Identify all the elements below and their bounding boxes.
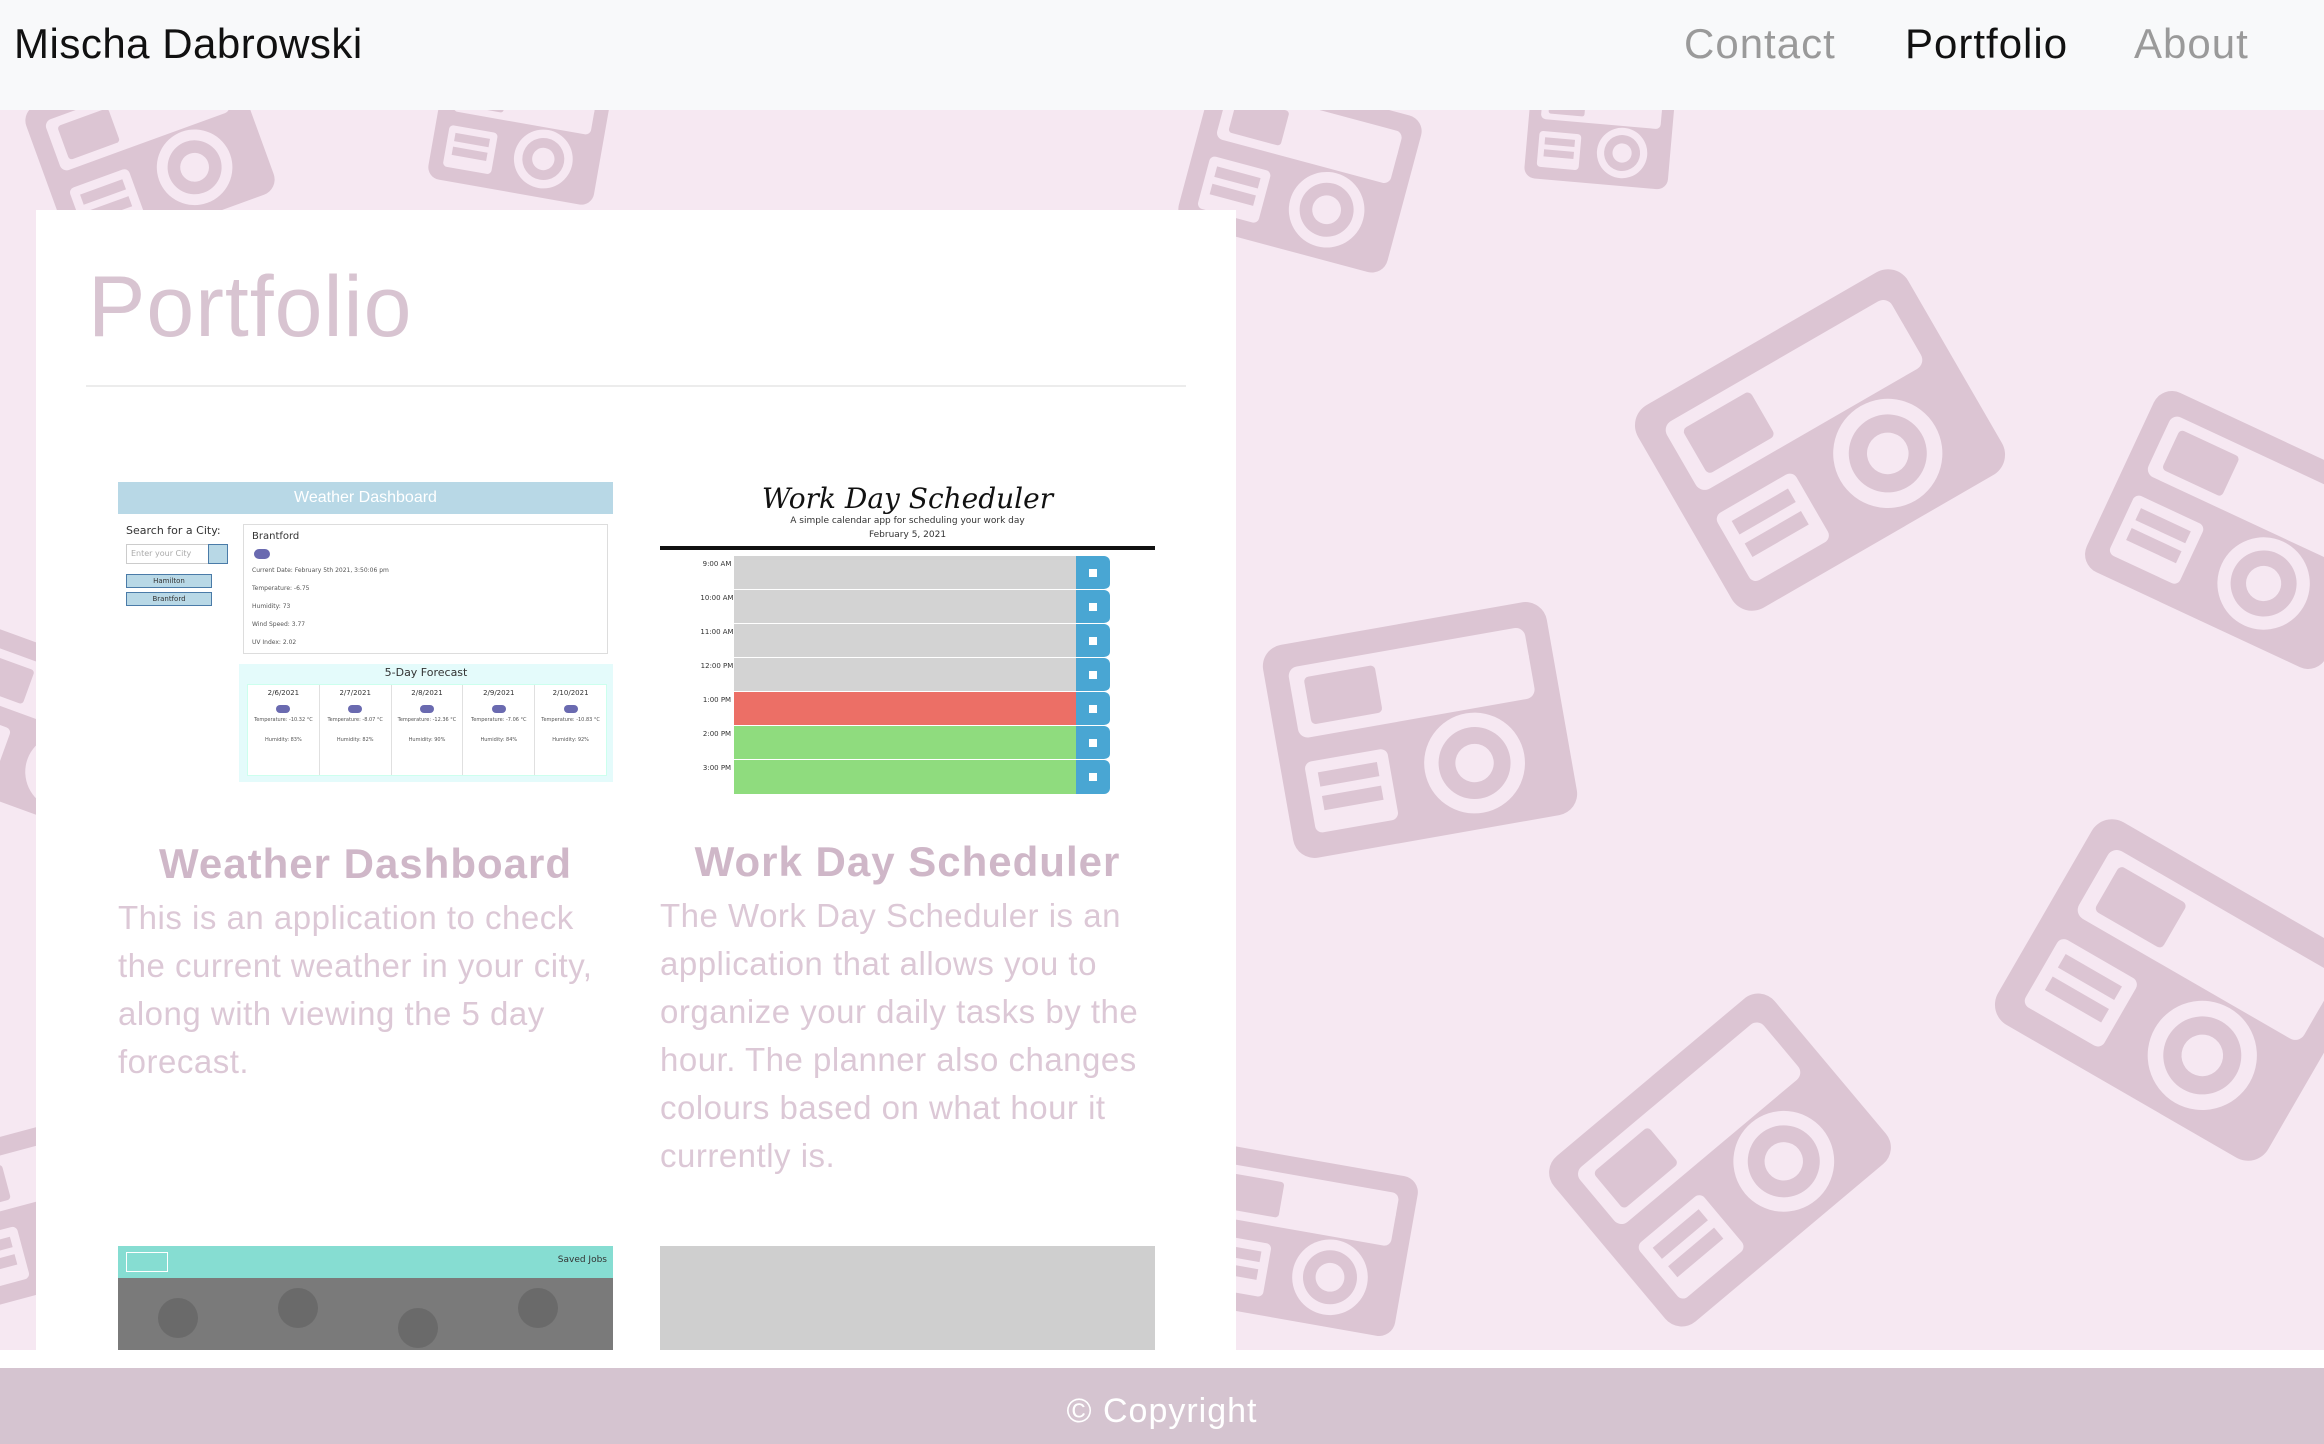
save-icon xyxy=(1076,726,1110,760)
thumb-city: Brantford xyxy=(252,531,300,542)
hour-future-block xyxy=(734,760,1076,794)
cloud-icon xyxy=(254,549,270,559)
save-icon xyxy=(1076,760,1110,794)
work-day-scheduler-thumbnail[interactable]: Work Day Scheduler A simple calendar app… xyxy=(660,482,1155,802)
thumb-humidity: Humidity: 73 xyxy=(252,603,291,610)
hour-label: 3:00 PM xyxy=(702,764,732,772)
footer: © Copyright xyxy=(0,1368,2324,1444)
hour-label: 1:00 PM xyxy=(702,696,732,704)
copyright-text: © Copyright xyxy=(1066,1392,1258,1430)
hour-row: 9:00 AM xyxy=(700,556,1110,590)
forecast-humidity: Humidity: 82% xyxy=(336,737,374,743)
forecast-temp: Temperature: -10.32 °C xyxy=(254,717,313,723)
thumb-header: Work Day Scheduler xyxy=(761,482,1054,515)
hour-row: 2:00 PM xyxy=(700,726,1110,760)
forecast-date: 2/6/2021 xyxy=(267,689,300,697)
hour-row: 12:00 PM xyxy=(700,658,1110,692)
forecast-temp: Temperature: -8.07 °C xyxy=(327,717,383,723)
thumb-forecast: 5-Day Forecast 2/6/2021 Temperature: -10… xyxy=(239,664,613,782)
thumb-forecast-row: 2/6/2021 Temperature: -10.32 °C Humidity… xyxy=(247,684,607,776)
thumb-uv: UV Index: 2.02 xyxy=(252,639,297,646)
forecast-humidity: Humidity: 83% xyxy=(265,737,302,743)
hour-row: 10:00 AM xyxy=(700,590,1110,624)
thumb-subtitle: A simple calendar app for scheduling you… xyxy=(790,516,1025,526)
hour-future-block xyxy=(734,726,1076,760)
save-icon xyxy=(1076,556,1110,590)
cloud-icon xyxy=(563,705,578,713)
thumb-wind: Wind Speed: 3.77 xyxy=(252,621,306,628)
forecast-humidity: Humidity: 92% xyxy=(552,737,589,743)
thumb-forecast-title: 5-Day Forecast xyxy=(384,666,468,679)
hour-past-block xyxy=(734,624,1076,658)
hour-row: 1:00 PM xyxy=(700,692,1110,726)
forecast-day: 2/7/2021 Temperature: -8.07 °C Humidity:… xyxy=(320,685,392,775)
nav-portfolio[interactable]: Portfolio xyxy=(1905,20,2068,68)
cloud-icon xyxy=(491,705,506,713)
hour-present-block xyxy=(734,692,1076,726)
forecast-date: 2/9/2021 xyxy=(483,689,515,697)
save-icon xyxy=(1076,692,1110,726)
forecast-temp: Temperature: -7.06 °C xyxy=(471,717,527,723)
thumb-header: Saved Jobs xyxy=(118,1246,613,1278)
job-explorer-thumbnail[interactable]: Saved Jobs xyxy=(118,1246,613,1350)
portfolio-card: Portfolio Weather Dashboard Search for a… xyxy=(36,210,1236,1350)
project-description: The Work Day Scheduler is an application… xyxy=(660,897,1139,1174)
thumb-date: February 5, 2021 xyxy=(868,530,947,540)
cloud-icon xyxy=(276,705,291,713)
thumb-search-icon xyxy=(208,544,228,564)
page-title: Portfolio xyxy=(88,259,413,355)
logo-icon xyxy=(126,1252,168,1272)
cloud-icon xyxy=(348,705,363,713)
thumb-history-item: Brantford xyxy=(126,592,212,606)
nav-about[interactable]: About xyxy=(2134,20,2249,68)
forecast-date: 2/8/2021 xyxy=(411,689,443,697)
forecast-humidity: Humidity: 84% xyxy=(480,737,518,743)
save-icon xyxy=(1076,590,1110,624)
forecast-day: 2/8/2021 Temperature: -12.36 °C Humidity… xyxy=(392,685,464,775)
thumb-saved-jobs: Saved Jobs xyxy=(557,1255,607,1265)
thumb-pattern xyxy=(158,1288,558,1348)
nav-contact[interactable]: Contact xyxy=(1684,20,1836,68)
hour-past-block xyxy=(734,590,1076,624)
project-title[interactable]: Weather Dashboard xyxy=(118,840,613,888)
project-thumbnail[interactable] xyxy=(660,1246,1155,1350)
thumb-history-item: Hamilton xyxy=(126,574,212,588)
thumb-divider xyxy=(660,546,1155,550)
thumb-hour-rows: 9:00 AM 10:00 AM 11:00 AM 12:00 PM 1:00 … xyxy=(700,556,1110,794)
hour-row: 3:00 PM xyxy=(700,760,1110,794)
forecast-day: 2/10/2021 Temperature: -10.83 °C Humidit… xyxy=(535,685,606,775)
hour-row: 11:00 AM xyxy=(700,624,1110,658)
thumb-search-input: Enter your City xyxy=(126,544,211,564)
forecast-temp: Temperature: -12.36 °C xyxy=(397,717,457,723)
title-divider xyxy=(86,385,1186,387)
forecast-humidity: Humidity: 90% xyxy=(408,737,446,743)
forecast-date: 2/7/2021 xyxy=(339,689,371,697)
forecast-date: 2/10/2021 xyxy=(552,689,589,697)
forecast-day: 2/6/2021 Temperature: -10.32 °C Humidity… xyxy=(248,685,320,775)
save-icon xyxy=(1076,624,1110,658)
cloud-icon xyxy=(419,705,434,713)
forecast-day: 2/9/2021 Temperature: -7.06 °C Humidity:… xyxy=(463,685,536,775)
hour-past-block xyxy=(734,556,1076,590)
hour-past-block xyxy=(734,658,1076,692)
hour-label: 12:00 PM xyxy=(700,662,734,670)
nav-links: Contact Portfolio About xyxy=(0,0,2324,110)
hour-label: 10:00 AM xyxy=(700,594,734,602)
project-description: This is an application to check the curr… xyxy=(118,899,593,1080)
forecast-temp: Temperature: -10.83 °C xyxy=(541,717,600,723)
save-icon xyxy=(1076,658,1110,692)
thumb-search-label: Search for a City: xyxy=(126,524,221,537)
hour-label: 11:00 AM xyxy=(700,628,734,636)
hour-label: 9:00 AM xyxy=(702,560,732,568)
thumb-temp: Temperature: -6.75 xyxy=(252,585,310,592)
hour-label: 2:00 PM xyxy=(702,730,732,738)
project-title[interactable]: Work Day Scheduler xyxy=(660,838,1155,886)
weather-dashboard-thumbnail[interactable]: Weather Dashboard Search for a City: Ent… xyxy=(118,482,613,802)
thumb-current-weather: Brantford Current Date: February 5th 202… xyxy=(243,524,608,654)
thumb-header: Weather Dashboard xyxy=(118,482,613,514)
thumb-date: Current Date: February 5th 2021, 3:50:06… xyxy=(252,567,389,574)
navbar: Mischa Dabrowski Contact Portfolio About xyxy=(0,0,2324,110)
